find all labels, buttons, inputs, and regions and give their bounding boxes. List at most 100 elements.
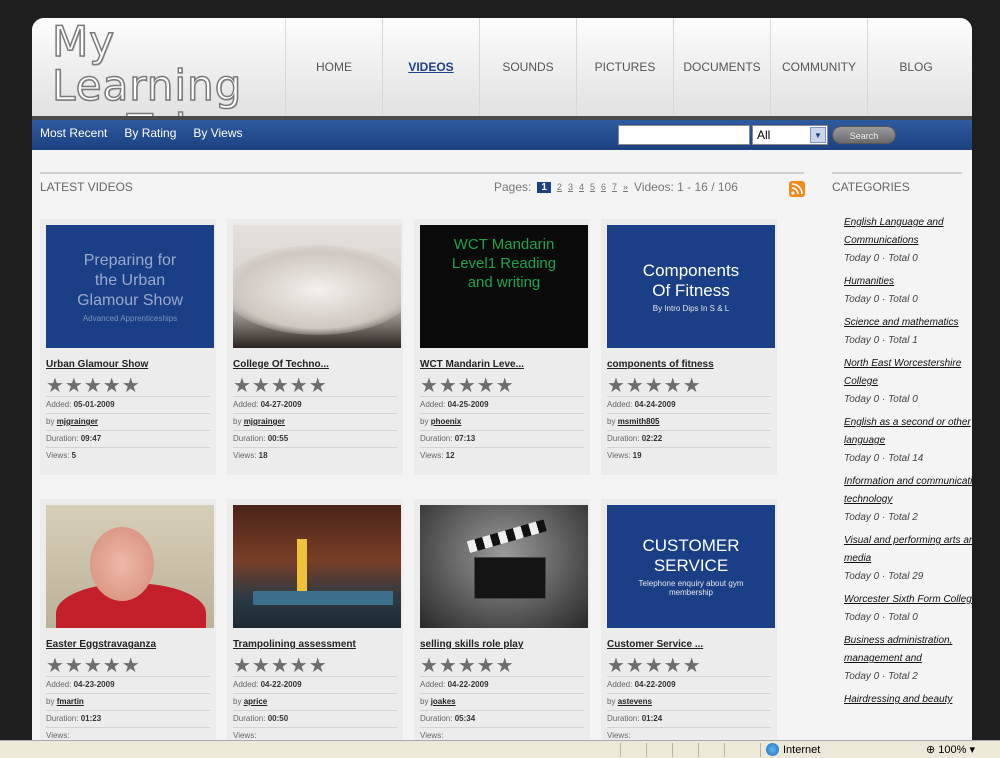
author-link[interactable]: fmartin [57,697,84,706]
video-views: Views: 18 [233,447,397,464]
video-thumbnail[interactable]: Components Of Fitness By Intro Dips In S &… [607,225,775,348]
category-link[interactable]: Information and communication technology [844,473,972,509]
video-added: Added: 04-27-2009 [233,396,397,413]
category-item: Business administration, management and T… [844,632,972,686]
nav-pictures[interactable]: PICTURES [576,18,673,116]
sort-link-by-views[interactable]: By Views [193,126,242,140]
video-card: Components Of Fitness By Intro Dips In S &… [601,219,777,475]
page-link[interactable]: 2 [557,182,562,192]
author-link[interactable]: astevens [618,697,652,706]
views-label: Views: [420,731,444,740]
page-link[interactable]: 5 [590,182,595,192]
video-card: College Of Techno... ★★★★★ Added: 04-27-20… [227,219,403,475]
thumbnail-text: Glamour Show [77,291,183,309]
views-value: 18 [258,451,268,460]
category-link[interactable]: Business administration, management and [844,632,972,668]
sort-links: Most Recent By Rating By Views [40,126,243,140]
category-link[interactable]: Humanities [844,273,972,291]
category-link[interactable]: North East Worcestershire College [844,355,972,391]
category-link[interactable]: Worcester Sixth Form College [844,591,972,609]
nav-community[interactable]: COMMUNITY [770,18,867,116]
search-button[interactable]: Search [832,126,896,144]
author-link[interactable]: joakes [431,697,456,706]
video-title-link[interactable]: components of fitness [607,359,771,370]
thumbnail-subtext: Advanced Apprenticeships [82,313,178,323]
video-thumbnail[interactable]: CUSTOMER SERVICE Telephone enquiry about g… [607,505,775,628]
search-input[interactable] [618,125,750,145]
video-title-link[interactable]: Easter Eggstravaganza [46,639,210,650]
video-title-link[interactable]: College Of Techno... [233,359,397,370]
author-link[interactable]: msmith805 [618,417,660,426]
added-date: 04-22-2009 [260,680,302,689]
video-title-link[interactable]: selling skills role play [420,639,584,650]
section-divider [40,172,804,174]
category-link[interactable]: Hairdressing and beauty [844,691,972,709]
video-thumbnail[interactable] [233,505,401,628]
video-title-link[interactable]: WCT Mandarin Leve... [420,359,584,370]
thumbnail-photo [253,591,393,605]
author-link[interactable]: aprice [244,697,268,706]
page-link[interactable]: 4 [579,182,584,192]
nav-sounds[interactable]: SOUNDS [479,18,576,116]
nav-blog[interactable]: BLOG [867,18,964,116]
sort-link-most-recent[interactable]: Most Recent [40,126,107,140]
chevron-down-icon[interactable]: ▼ [810,127,826,143]
thumbnail-text: and writing [467,274,541,291]
star-rating[interactable]: ★★★★★ [46,374,210,396]
category-item: Science and mathematics Today 0 · Total 1 [844,314,972,350]
category-link[interactable]: Visual and performing arts and media [844,532,972,568]
page-link[interactable]: 7 [612,182,617,192]
video-card: WCT Mandarin Level1 Reading and writing WCT… [414,219,590,475]
added-label: Added: [607,400,633,409]
video-title-link[interactable]: Customer Service ... [607,639,771,650]
category-link[interactable]: English Language and Communications [844,214,972,250]
star-rating[interactable]: ★★★★★ [233,654,397,676]
star-rating[interactable]: ★★★★★ [420,374,584,396]
video-thumbnail[interactable] [420,505,588,628]
category-link[interactable]: English as a second or other language [844,414,972,450]
nav-documents[interactable]: DOCUMENTS [673,18,770,116]
site-header: My Learning Tube HOMEVIDEOSSOUNDSPICTURE… [32,18,972,152]
category-link[interactable]: Science and mathematics [844,314,972,332]
duration-label: Duration: [233,714,266,723]
video-thumbnail[interactable]: WCT Mandarin Level1 Reading and writing [420,225,588,348]
video-title-link[interactable]: Urban Glamour Show [46,359,210,370]
nav-videos[interactable]: VIDEOS [382,18,479,116]
added-date: 04-22-2009 [634,680,676,689]
star-rating[interactable]: ★★★★★ [607,654,771,676]
clapperboard-icon [474,557,546,599]
video-added: Added: 04-22-2009 [420,676,584,693]
page-link[interactable]: 1 [537,181,551,193]
sort-link-by-rating[interactable]: By Rating [124,126,176,140]
video-author: by joakes [420,693,584,710]
video-added: Added: 04-22-2009 [607,676,771,693]
star-rating[interactable]: ★★★★★ [46,654,210,676]
author-link[interactable]: mjgrainger [244,417,285,426]
video-title-link[interactable]: Trampolining assessment [233,639,397,650]
page-link[interactable]: » [623,182,628,192]
video-thumbnail[interactable] [46,505,214,628]
zoom-control[interactable]: ⊕ 100% ▾ [926,743,975,756]
video-card: Preparing for the Urban Glamour Show Advanc… [40,219,216,475]
star-rating[interactable]: ★★★★★ [420,654,584,676]
category-stats: Today 0 · Total 0 [844,294,918,305]
search-category-select[interactable]: All ▼ [752,125,828,145]
star-rating[interactable]: ★★★★★ [233,374,397,396]
chevron-down-icon[interactable]: ▾ [969,744,975,756]
video-thumbnail[interactable] [233,225,401,348]
author-link[interactable]: mjgrainger [57,417,98,426]
author-link[interactable]: phoenix [431,417,462,426]
video-duration: Duration: 09:47 [46,430,210,447]
nav-home[interactable]: HOME [285,18,382,116]
site-container: My Learning Tube HOMEVIDEOSSOUNDSPICTURE… [32,18,972,740]
page-link[interactable]: 3 [568,182,573,192]
video-author: by aprice [233,693,397,710]
video-thumbnail[interactable]: Preparing for the Urban Glamour Show Advanc… [46,225,214,348]
video-views: Views: [607,727,771,740]
added-date: 04-25-2009 [447,400,489,409]
rss-icon[interactable] [789,181,805,197]
category-stats: Today 0 · Total 2 [844,512,918,523]
thumbnail-photo [297,539,307,591]
star-rating[interactable]: ★★★★★ [607,374,771,396]
page-link[interactable]: 6 [601,182,606,192]
